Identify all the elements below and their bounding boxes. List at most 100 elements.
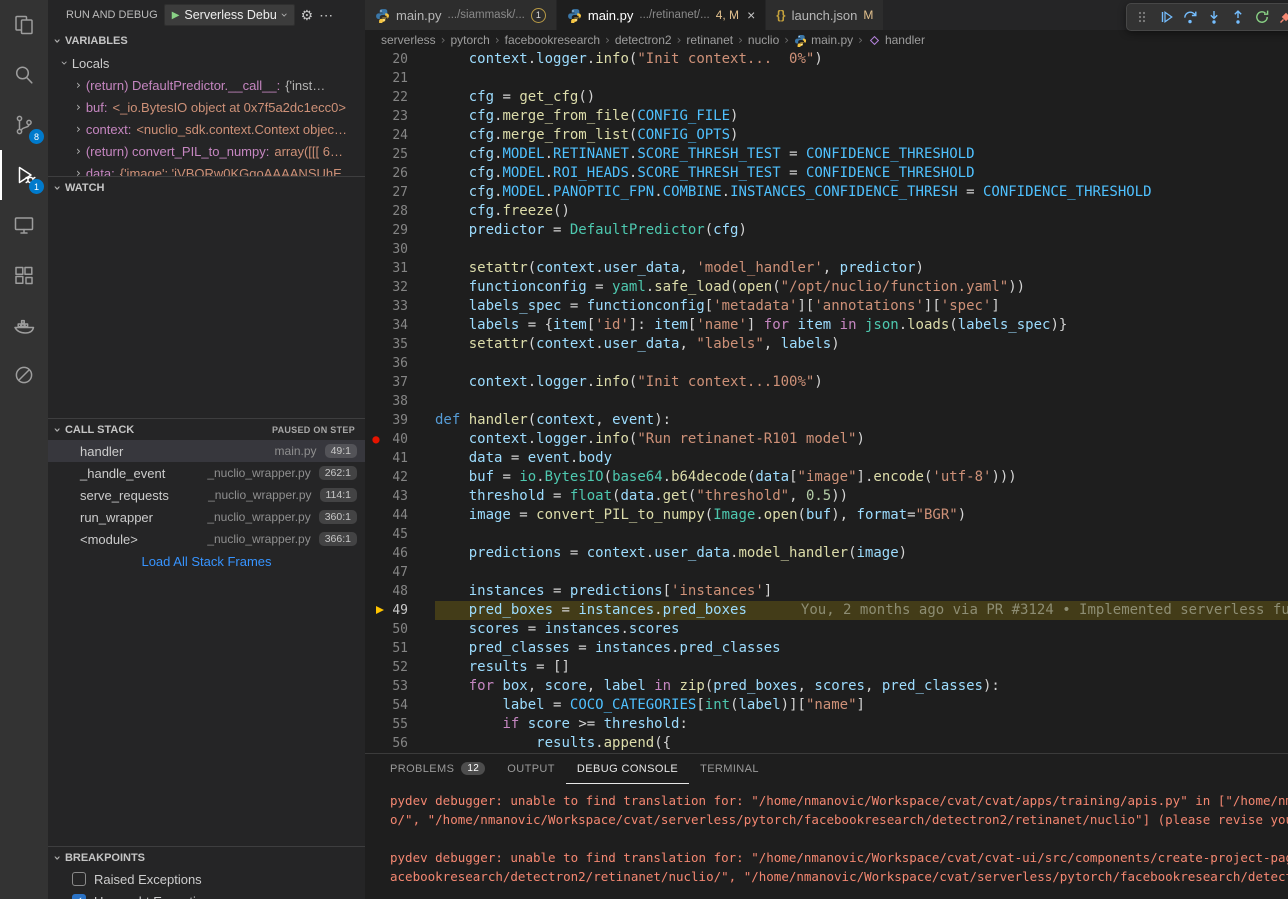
code-line-content[interactable]: label = COCO_CATEGORIES[int(label)]["nam…: [435, 696, 1288, 715]
activity-item-explorer[interactable]: [0, 0, 48, 50]
code-line-content[interactable]: predictions = context.user_data.model_ha…: [435, 544, 1288, 563]
panel-tab-terminal[interactable]: TERMINAL: [689, 754, 770, 784]
code-line-content[interactable]: [435, 354, 1288, 373]
tab-launch-json[interactable]: {}launch.jsonM: [766, 0, 884, 30]
line-number[interactable]: 48: [387, 582, 435, 601]
code-line-content[interactable]: data = event.body: [435, 449, 1288, 468]
line-gutter[interactable]: 20: [365, 50, 435, 69]
tab-main-py[interactable]: main.py.../retinanet/...4, M×: [557, 0, 766, 30]
checkbox[interactable]: [72, 872, 86, 886]
line-number[interactable]: 49: [387, 601, 435, 620]
code-line-content[interactable]: cfg.merge_from_file(CONFIG_FILE): [435, 107, 1288, 126]
breakpoints-section-header[interactable]: › BREAKPOINTS: [48, 846, 365, 868]
breakpoint-row[interactable]: ✓Uncaught Exceptions: [48, 890, 365, 899]
activity-item-extensions[interactable]: [0, 250, 48, 300]
line-gutter[interactable]: 26: [365, 164, 435, 183]
code-line-content[interactable]: instances = predictions['instances']: [435, 582, 1288, 601]
line-number[interactable]: 34: [387, 316, 435, 335]
code-line-content[interactable]: cfg = get_cfg(): [435, 88, 1288, 107]
line-gutter[interactable]: 52: [365, 658, 435, 677]
line-number[interactable]: 39: [387, 411, 435, 430]
variables-section-header[interactable]: › VARIABLES: [48, 30, 365, 52]
line-gutter[interactable]: 47: [365, 563, 435, 582]
breadcrumb-item-serverless[interactable]: serverless: [381, 33, 436, 47]
gear-icon[interactable]: ⚙: [301, 7, 314, 24]
code-line-content[interactable]: cfg.merge_from_list(CONFIG_OPTS): [435, 126, 1288, 145]
line-gutter[interactable]: 30: [365, 240, 435, 259]
code-line-content[interactable]: def handler(context, event):: [435, 411, 1288, 430]
breadcrumb-item-facebookresearch[interactable]: facebookresearch: [505, 33, 600, 47]
activity-item-remote-explorer[interactable]: [0, 200, 48, 250]
line-number[interactable]: 50: [387, 620, 435, 639]
line-number[interactable]: 27: [387, 183, 435, 202]
line-gutter[interactable]: 56: [365, 734, 435, 753]
code-line-content[interactable]: context.logger.info("Run retinanet-R101 …: [435, 430, 1288, 449]
code-line-content[interactable]: setattr(context.user_data, "labels", lab…: [435, 335, 1288, 354]
step-over-button[interactable]: [1178, 5, 1202, 29]
stack-frame[interactable]: handlermain.py49:1: [48, 440, 365, 462]
line-gutter[interactable]: 25: [365, 145, 435, 164]
call-stack-section-header[interactable]: › CALL STACK PAUSED ON STEP: [48, 418, 365, 440]
line-gutter[interactable]: 49: [365, 601, 435, 620]
line-number[interactable]: 36: [387, 354, 435, 373]
code-line-content[interactable]: threshold = float(data.get("threshold", …: [435, 487, 1288, 506]
line-gutter[interactable]: 54: [365, 696, 435, 715]
breadcrumb-item-retinanet[interactable]: retinanet: [686, 33, 733, 47]
code-line-content[interactable]: labels_spec = functionconfig['metadata']…: [435, 297, 1288, 316]
activity-item-docker[interactable]: [0, 300, 48, 350]
line-number[interactable]: 38: [387, 392, 435, 411]
checkbox[interactable]: ✓: [72, 894, 86, 899]
line-gutter[interactable]: 50: [365, 620, 435, 639]
line-number[interactable]: 42: [387, 468, 435, 487]
code-line-content[interactable]: buf = io.BytesIO(base64.b64decode(data["…: [435, 468, 1288, 487]
variable-row[interactable]: ›(return) convert_PIL_to_numpy:array([[[…: [48, 140, 365, 162]
step-out-button[interactable]: [1226, 5, 1250, 29]
code-line-content[interactable]: image = convert_PIL_to_numpy(Image.open(…: [435, 506, 1288, 525]
code-line-content[interactable]: context.logger.info("Init context...100%…: [435, 373, 1288, 392]
line-number[interactable]: 43: [387, 487, 435, 506]
code-line-content[interactable]: [435, 563, 1288, 582]
breadcrumb-item-main-py[interactable]: main.py: [794, 33, 853, 47]
line-number[interactable]: 40: [387, 430, 435, 449]
line-number[interactable]: 33: [387, 297, 435, 316]
line-number[interactable]: 21: [387, 69, 435, 88]
line-number[interactable]: 56: [387, 734, 435, 753]
line-number[interactable]: 53: [387, 677, 435, 696]
line-number[interactable]: 22: [387, 88, 435, 107]
line-number[interactable]: 31: [387, 259, 435, 278]
more-actions-icon[interactable]: ⋯: [319, 7, 333, 24]
launch-config-dropdown[interactable]: ▶ Serverless Debu ›: [164, 4, 295, 26]
line-gutter[interactable]: 55: [365, 715, 435, 734]
code-line-content[interactable]: predictor = DefaultPredictor(cfg): [435, 221, 1288, 240]
line-gutter[interactable]: 44: [365, 506, 435, 525]
code-line-content[interactable]: results.append({: [435, 734, 1288, 753]
line-gutter[interactable]: 53: [365, 677, 435, 696]
variable-row[interactable]: ›context:<nuclio_sdk.context.Context obj…: [48, 118, 365, 140]
line-gutter[interactable]: ●40: [365, 430, 435, 449]
line-number[interactable]: 35: [387, 335, 435, 354]
code-line-content[interactable]: [435, 69, 1288, 88]
code-line-content[interactable]: pred_boxes = instances.pred_boxesYou, 2 …: [435, 601, 1288, 620]
line-gutter[interactable]: 42: [365, 468, 435, 487]
line-number[interactable]: 55: [387, 715, 435, 734]
variables-scope-locals[interactable]: › Locals: [48, 52, 365, 74]
activity-item-circle-slash[interactable]: [0, 350, 48, 400]
line-gutter[interactable]: 51: [365, 639, 435, 658]
line-gutter[interactable]: 23: [365, 107, 435, 126]
variable-row[interactable]: ›data:{'image': 'iVBORw0KGgoAAAANSUhE…: [48, 162, 365, 176]
variable-row[interactable]: ›buf:<_io.BytesIO object at 0x7f5a2dc1ec…: [48, 96, 365, 118]
breadcrumb-item-nuclio[interactable]: nuclio: [748, 33, 779, 47]
code-line-content[interactable]: if score >= threshold:: [435, 715, 1288, 734]
code-line-content[interactable]: [435, 240, 1288, 259]
continue-button[interactable]: [1154, 5, 1178, 29]
line-gutter[interactable]: 34: [365, 316, 435, 335]
line-gutter[interactable]: 35: [365, 335, 435, 354]
line-number[interactable]: 20: [387, 50, 435, 69]
line-gutter[interactable]: 31: [365, 259, 435, 278]
line-gutter[interactable]: 29: [365, 221, 435, 240]
code-line-content[interactable]: labels = {item['id']: item['name'] for i…: [435, 316, 1288, 335]
line-gutter[interactable]: 22: [365, 88, 435, 107]
code-line-content[interactable]: scores = instances.scores: [435, 620, 1288, 639]
line-gutter[interactable]: 28: [365, 202, 435, 221]
line-gutter[interactable]: 37: [365, 373, 435, 392]
